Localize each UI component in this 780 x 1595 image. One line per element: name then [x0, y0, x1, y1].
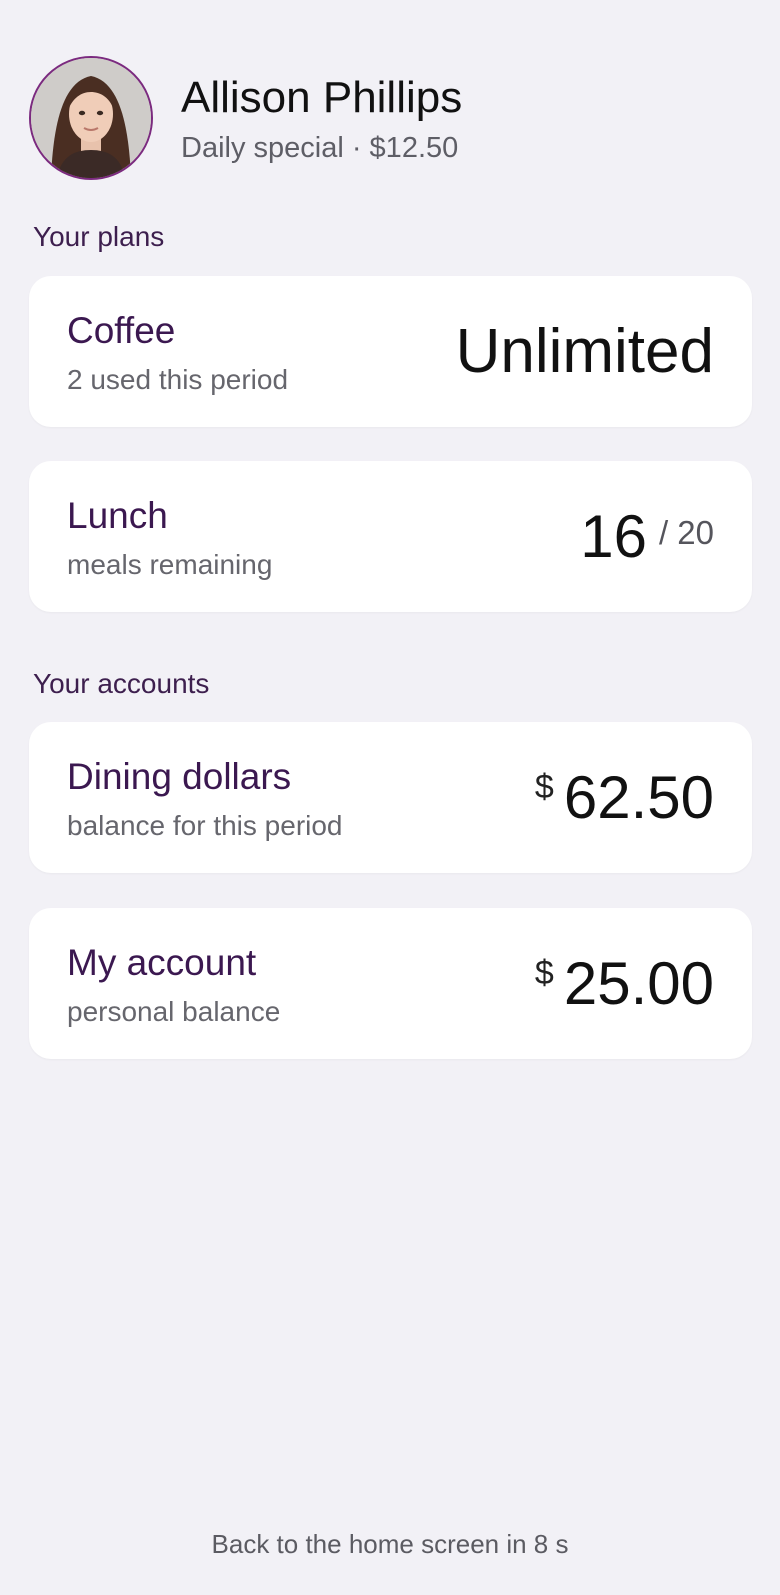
card-value: Unlimited	[456, 276, 714, 427]
account-card-my-account[interactable]: My account personal balance $ 25.00	[29, 908, 752, 1059]
meals-remaining-value: 16	[580, 502, 647, 570]
daily-special: Daily special · $12.50	[181, 132, 459, 164]
personal-balance-value: 25.00	[563, 949, 714, 1017]
screen: Allison Phillips Daily special · $12.50 …	[0, 0, 780, 1595]
account-card-dining-dollars[interactable]: Dining dollars balance for this period $…	[29, 722, 752, 873]
currency-symbol: $	[534, 954, 554, 992]
coffee-value: Unlimited	[455, 316, 714, 386]
card-value: $ 62.50	[535, 722, 714, 873]
user-name: Allison Phillips	[181, 73, 463, 122]
card-subtitle: balance for this period	[67, 810, 343, 841]
avatar-portrait-icon	[31, 58, 151, 178]
profile-header: Allison Phillips Daily special · $12.50	[29, 56, 462, 180]
card-value: 16 / 20	[580, 461, 714, 612]
section-label-accounts: Your accounts	[33, 668, 210, 699]
card-title: Dining dollars	[67, 756, 292, 797]
avatar	[29, 56, 153, 180]
plan-card-lunch[interactable]: Lunch meals remaining 16 / 20	[29, 461, 752, 612]
card-title: My account	[67, 942, 257, 983]
currency-symbol: $	[534, 768, 554, 806]
dining-balance-value: 62.50	[563, 763, 714, 831]
card-title: Coffee	[67, 310, 176, 351]
meals-total-value: / 20	[658, 513, 714, 551]
card-value: $ 25.00	[535, 908, 714, 1059]
section-label-plans: Your plans	[33, 221, 165, 252]
card-subtitle: personal balance	[67, 996, 281, 1027]
return-home-countdown: Back to the home screen in 8 s	[211, 1529, 569, 1559]
plan-card-coffee[interactable]: Coffee 2 used this period Unlimited	[29, 276, 752, 427]
card-subtitle: meals remaining	[67, 549, 273, 580]
card-title: Lunch	[67, 495, 168, 536]
profile-text: Allison Phillips Daily special · $12.50	[181, 71, 462, 165]
card-subtitle: 2 used this period	[67, 364, 289, 395]
